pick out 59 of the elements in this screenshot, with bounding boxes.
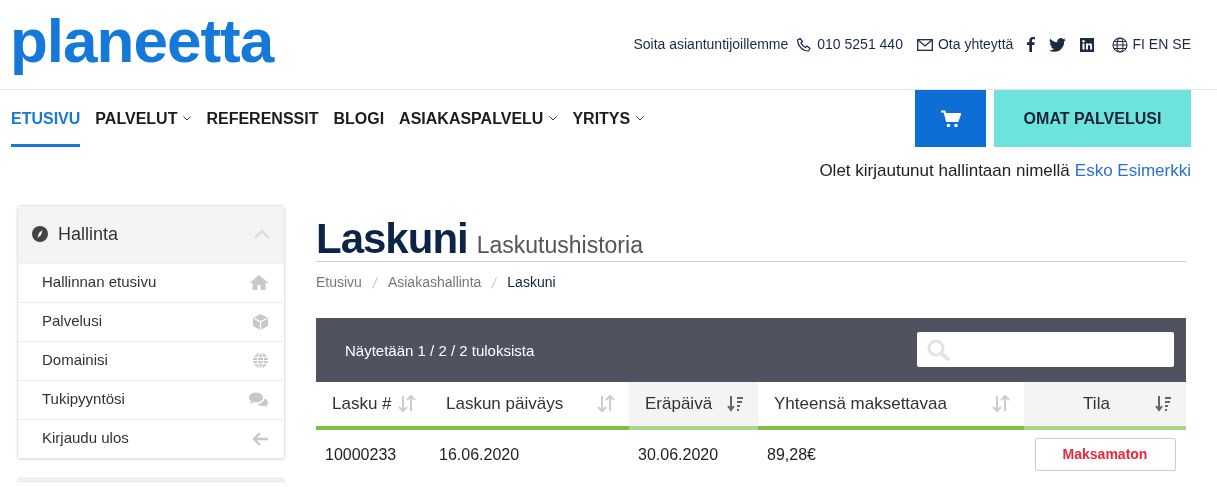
status-badge: Maksamaton: [1034, 438, 1176, 471]
nav-item[interactable]: ASIAKASPALVELU: [399, 90, 558, 147]
chat-icon: [249, 392, 268, 407]
sort-icon: [1155, 395, 1172, 412]
language-link[interactable]: FI: [1132, 34, 1145, 55]
nav-item[interactable]: YRITYS: [572, 90, 645, 147]
breadcrumb-link[interactable]: Asiakashallinta: [387, 272, 482, 293]
sidebar-header[interactable]: Hallinta: [18, 205, 284, 263]
breadcrumb-link[interactable]: Etusivu: [316, 272, 362, 293]
language-link[interactable]: SE: [1172, 34, 1191, 55]
sort-icon: [597, 395, 615, 412]
table-cell-text: 30.06.2020: [637, 444, 720, 465]
home-icon: [250, 275, 268, 290]
arrow-left-icon: [253, 431, 268, 446]
language-link[interactable]: EN: [1148, 34, 1169, 55]
contact-link[interactable]: Ota yhteyttä: [937, 34, 1014, 55]
table-cell-text: 16.06.2020: [438, 444, 521, 465]
sort-icon: [398, 395, 416, 412]
twitter-icon[interactable]: [1049, 37, 1067, 52]
sort-icon: [727, 395, 744, 412]
globe-icon: [1112, 36, 1129, 53]
cart-button[interactable]: [915, 90, 986, 147]
nav-item[interactable]: REFERENSSIT: [206, 90, 319, 147]
sidebar-item[interactable]: Hallinnan etusivu: [18, 262, 284, 302]
phone-icon: [796, 36, 813, 53]
table-cell-text: 89,28€: [766, 444, 817, 465]
compass-icon: [32, 226, 48, 242]
nav-item[interactable]: ETUSIVU: [11, 90, 81, 147]
page-subtitle: Laskutushistoria: [476, 230, 643, 260]
logo[interactable]: planeetta: [10, 9, 274, 80]
page-title: Laskuni: [316, 213, 468, 264]
search-field[interactable]: [917, 332, 1174, 367]
mail-icon: [916, 38, 933, 51]
results-summary: Näytetään 1 / 2 / 2 tuloksista: [345, 341, 535, 362]
sort-icon: [992, 395, 1010, 412]
sidebar-item[interactable]: Palvelusi: [18, 301, 284, 341]
breadcrumb-separator: [491, 276, 498, 289]
sidebar-item[interactable]: Domainisi: [18, 340, 284, 380]
sidebar-title: Hallinta: [58, 222, 120, 246]
column-header[interactable]: Tila: [1024, 381, 1186, 430]
user-link[interactable]: Esko Esimerkki: [1074, 158, 1191, 184]
breadcrumb-separator: [371, 276, 378, 289]
call-label: Soita asiantuntijoillemme: [633, 35, 789, 54]
sidebar-item[interactable]: Kirjaudu ulos: [18, 418, 284, 458]
nav-item[interactable]: BLOGI: [333, 90, 385, 147]
globe-icon: [253, 353, 268, 368]
cart-icon: [940, 109, 961, 128]
table-cell-text: 10000233: [324, 444, 398, 465]
breadcrumb-link[interactable]: Laskuni: [507, 272, 556, 293]
linkedin-icon[interactable]: [1080, 37, 1095, 52]
search-icon: [927, 338, 951, 361]
phone-link[interactable]: 010 5251 440: [817, 34, 903, 55]
sidebar-item[interactable]: Tukipyyntösi: [18, 379, 284, 419]
login-notice: Olet kirjautunut hallintaan nimellä: [819, 160, 1070, 182]
facebook-icon[interactable]: [1027, 37, 1036, 52]
cube-icon: [253, 313, 268, 330]
my-services-button[interactable]: OMAT PALVELUSI: [994, 90, 1191, 147]
nav-item[interactable]: PALVELUT: [95, 90, 192, 147]
column-header[interactable]: Eräpäivä: [629, 381, 758, 430]
